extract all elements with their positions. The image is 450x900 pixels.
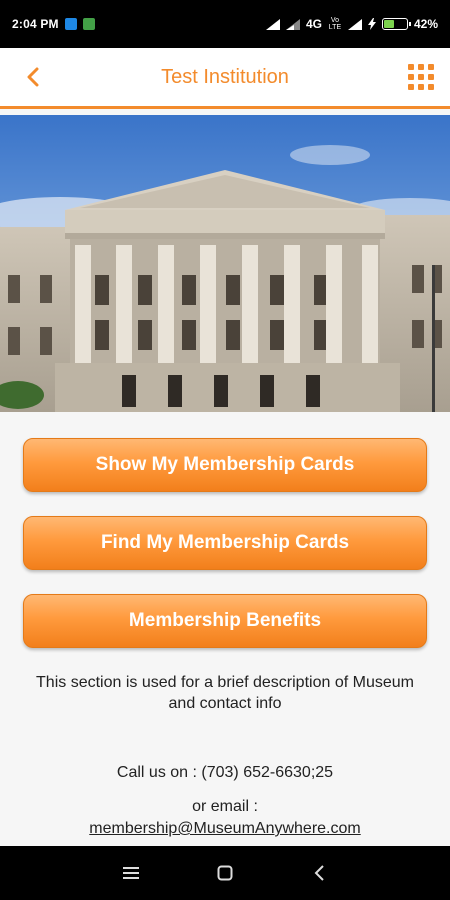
nav-home-button[interactable]: [178, 846, 272, 900]
system-nav-bar: [0, 846, 450, 900]
signal-icon-3: [347, 18, 362, 30]
square-home-icon: [217, 865, 233, 881]
page-title: Test Institution: [161, 65, 289, 88]
volte-badge: Vo LTE: [328, 17, 342, 31]
signal-icon: [265, 18, 280, 30]
battery-percent: 42%: [413, 17, 438, 31]
chevron-left-icon: [27, 67, 39, 87]
show-membership-cards-button[interactable]: Show My Membership Cards: [23, 438, 427, 492]
status-right: 4G Vo LTE 42%: [265, 17, 438, 31]
network-type: 4G: [305, 17, 322, 31]
find-membership-cards-button[interactable]: Find My Membership Cards: [23, 516, 427, 570]
description-text: This section is used for a brief descrip…: [36, 674, 414, 712]
phone-contact[interactable]: Call us on : (703) 652-6630;25: [0, 764, 450, 782]
notification-icon: [64, 18, 77, 30]
menu-lines-icon: [123, 867, 139, 879]
status-time: 2:04 PM: [12, 17, 59, 31]
status-left: 2:04 PM: [12, 17, 95, 31]
museum-building-image: [0, 115, 450, 412]
nav-recent-button[interactable]: [84, 846, 178, 900]
app-notification-icon: [82, 18, 95, 30]
battery-icon: [381, 18, 411, 30]
header-divider: [0, 106, 450, 109]
grid-menu-icon[interactable]: [406, 62, 436, 92]
charging-icon: [367, 18, 376, 30]
signal-icon-2: [285, 18, 300, 30]
email-link[interactable]: membership@MuseumAnywhere.com: [0, 820, 450, 838]
nav-back-button[interactable]: [272, 846, 366, 900]
app-header: Test Institution: [0, 48, 450, 106]
back-button[interactable]: [18, 62, 48, 92]
status-bar: 2:04 PM 4G Vo LTE 42%: [0, 0, 450, 48]
triangle-back-icon: [314, 865, 324, 881]
membership-benefits-button[interactable]: Membership Benefits: [23, 594, 427, 648]
or-email-label: or email :: [192, 798, 258, 815]
